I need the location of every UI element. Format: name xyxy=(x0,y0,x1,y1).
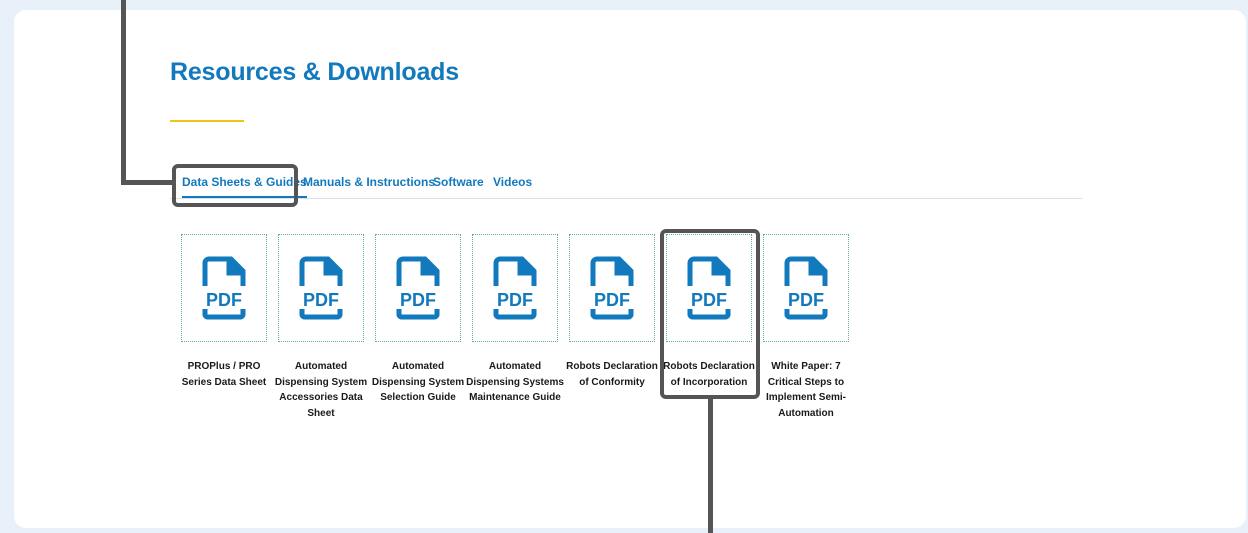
document-label[interactable]: Automated Dispensing Systems Maintenance… xyxy=(465,359,565,406)
pdf-icon: PDF xyxy=(493,256,537,320)
pdf-icon: PDF xyxy=(784,256,828,320)
svg-text:PDF: PDF xyxy=(788,290,824,310)
tab-videos[interactable]: Videos xyxy=(493,175,532,189)
document-label[interactable]: White Paper: 7 Critical Steps to Impleme… xyxy=(756,359,856,421)
callout-line-document xyxy=(708,397,713,533)
page-title: Resources & Downloads xyxy=(170,58,459,86)
highlight-box-document xyxy=(660,229,760,399)
title-underline xyxy=(170,120,244,122)
pdf-icon: PDF xyxy=(299,256,343,320)
document-label[interactable]: Automated Dispensing System Accessories … xyxy=(271,359,371,421)
tab-software[interactable]: Software xyxy=(433,175,484,189)
svg-text:PDF: PDF xyxy=(303,290,339,310)
callout-line-tab xyxy=(121,0,126,184)
pdf-icon: PDF xyxy=(590,256,634,320)
document-label[interactable]: Automated Dispensing System Selection Gu… xyxy=(368,359,468,406)
document-thumbnail[interactable]: PDF xyxy=(763,234,849,342)
svg-text:PDF: PDF xyxy=(400,290,436,310)
svg-text:PDF: PDF xyxy=(206,290,242,310)
resource-tabs: Data Sheets & Guides Manuals & Instructi… xyxy=(170,172,1082,199)
svg-text:PDF: PDF xyxy=(497,290,533,310)
document-thumbnail[interactable]: PDF xyxy=(181,234,267,342)
svg-text:PDF: PDF xyxy=(594,290,630,310)
callout-line-tab-horizontal xyxy=(121,180,175,185)
tab-manuals-instructions[interactable]: Manuals & Instructions xyxy=(303,175,435,189)
pdf-icon: PDF xyxy=(396,256,440,320)
pdf-icon: PDF xyxy=(202,256,246,320)
document-thumbnail[interactable]: PDF xyxy=(278,234,364,342)
document-label[interactable]: Robots Declaration of Conformity xyxy=(562,359,662,390)
document-thumbnail[interactable]: PDF xyxy=(472,234,558,342)
document-thumbnail[interactable]: PDF xyxy=(375,234,461,342)
document-thumbnail[interactable]: PDF xyxy=(569,234,655,342)
highlight-box-tab xyxy=(172,164,298,207)
document-label[interactable]: PROPlus / PRO Series Data Sheet xyxy=(174,359,274,390)
